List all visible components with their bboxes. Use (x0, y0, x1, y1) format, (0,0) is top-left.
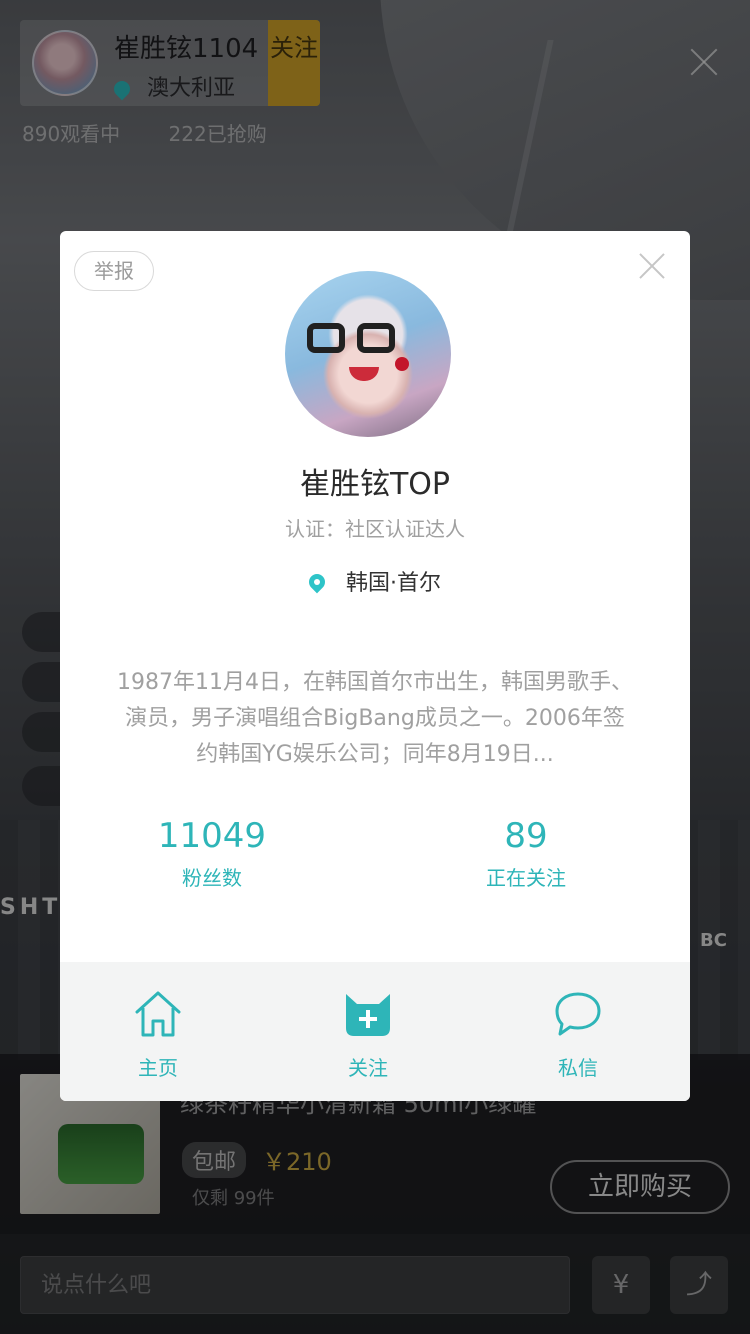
follow-label: 关注 (348, 1056, 388, 1080)
followers-stat[interactable]: 11049 粉丝数 (112, 816, 312, 891)
home-button[interactable]: 主页 (98, 990, 218, 1081)
home-label: 主页 (138, 1056, 178, 1080)
profile-modal: 举报 崔胜铉TOP 认证：社区认证达人 韩国·首尔 1987年11月4日，在韩国… (60, 231, 690, 1101)
home-icon (135, 991, 181, 1037)
message-label: 私信 (558, 1056, 598, 1080)
location-pin-icon (305, 570, 329, 594)
follow-button[interactable]: 关注 (308, 990, 428, 1081)
profile-name: 崔胜铉TOP (299, 467, 451, 502)
message-button[interactable]: 私信 (518, 990, 638, 1081)
profile-location-text: 韩国·首尔 (346, 571, 441, 596)
avatar-cherry (395, 357, 409, 371)
chat-bubble-icon (555, 992, 601, 1036)
profile-location: 韩国·首尔 (60, 565, 690, 597)
profile-avatar (285, 271, 451, 437)
add-follow-icon (346, 994, 390, 1036)
following-count: 89 (504, 816, 548, 856)
avatar-lips (349, 367, 379, 381)
profile-certification: 认证：社区认证达人 (285, 517, 465, 541)
followers-count: 11049 (157, 816, 267, 856)
close-icon[interactable] (636, 249, 668, 281)
following-label: 正在关注 (486, 866, 566, 890)
following-stat[interactable]: 89 正在关注 (426, 816, 626, 891)
avatar-glasses (357, 323, 395, 353)
profile-bio: 1987年11月4日，在韩国首尔市出生，韩国男歌手、演员，男子演唱组合BigBa… (117, 670, 633, 767)
report-button[interactable]: 举报 (74, 251, 154, 291)
profile-actions-bar: 主页 关注 私信 (60, 962, 690, 1101)
followers-label: 粉丝数 (182, 866, 242, 890)
avatar-glasses (307, 323, 345, 353)
